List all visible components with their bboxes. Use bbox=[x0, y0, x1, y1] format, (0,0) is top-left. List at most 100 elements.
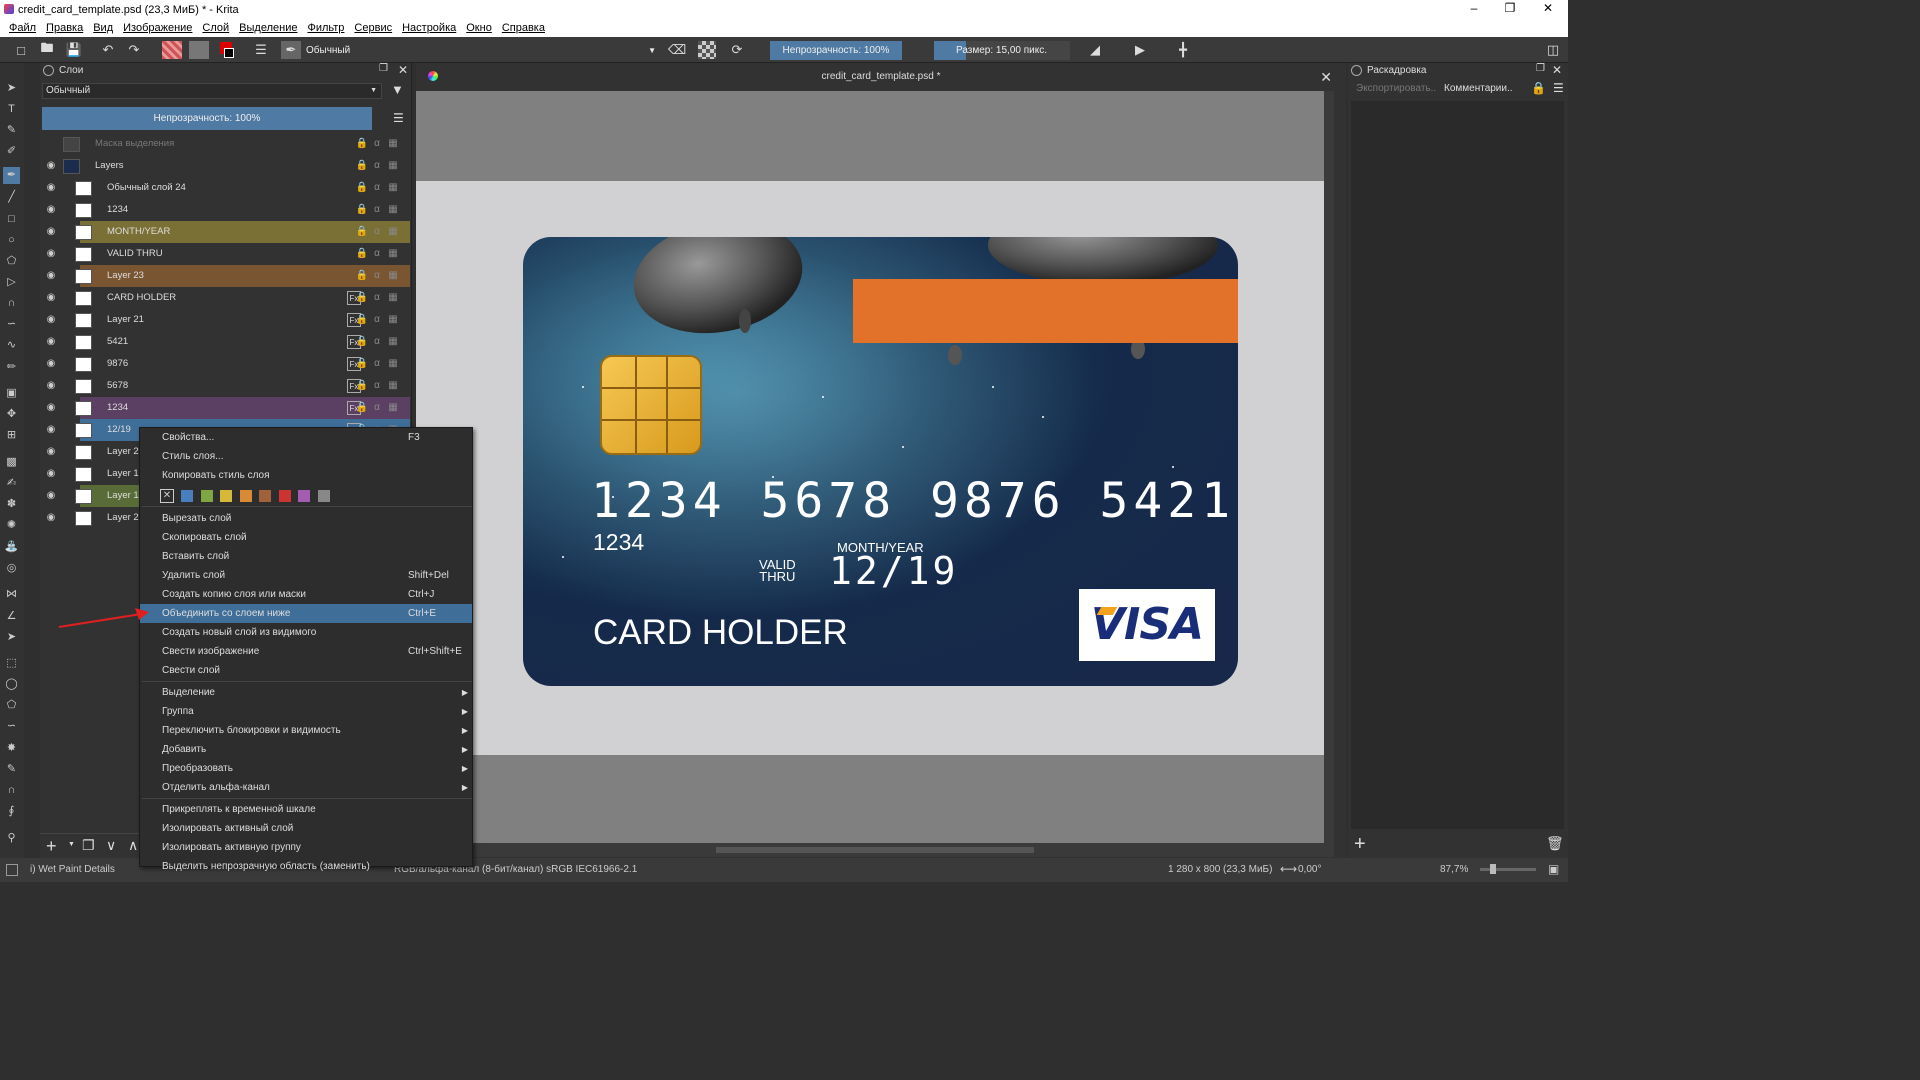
menu-tools[interactable]: Сервис bbox=[354, 22, 392, 34]
alpha-icon[interactable]: α bbox=[370, 401, 384, 415]
lock-icon[interactable]: 🔒 bbox=[355, 159, 369, 173]
blend-mode-select[interactable]: Обычный ▼ bbox=[42, 83, 382, 99]
inherit-alpha-icon[interactable]: ▦ bbox=[386, 269, 400, 283]
brush-settings-icon[interactable]: ☰ bbox=[252, 41, 270, 59]
canvas-viewport[interactable]: 1234 5678 9876 5421 1234 VALID THRU MONTH… bbox=[416, 91, 1334, 843]
alpha-icon[interactable]: α bbox=[370, 269, 384, 283]
visibility-eye-icon[interactable]: ◉ bbox=[45, 468, 57, 480]
layer-row[interactable]: ◉ 5421 Fx 🔒 α ▦ bbox=[40, 331, 410, 353]
lock-icon[interactable]: 🔒 bbox=[355, 181, 369, 195]
menu-item-mid-4[interactable]: Создать копию слоя или маски Ctrl+J bbox=[140, 585, 472, 604]
menu-item-mid-6[interactable]: Создать новый слой из видимого bbox=[140, 623, 472, 642]
alpha-lock-icon[interactable] bbox=[698, 41, 716, 59]
layer-opacity-slider[interactable]: Непрозрачность: 100% bbox=[42, 107, 372, 130]
brush-tool-icon[interactable]: ✒ bbox=[3, 167, 20, 184]
alpha-icon[interactable]: α bbox=[370, 247, 384, 261]
move-layer-down-icon[interactable]: ∨ bbox=[106, 837, 116, 854]
color-label-swatch[interactable] bbox=[220, 490, 232, 502]
submenu-item-3[interactable]: Добавить ▶ bbox=[140, 740, 472, 759]
submenu-item-4[interactable]: Преобразовать ▶ bbox=[140, 759, 472, 778]
inherit-alpha-icon[interactable]: ▦ bbox=[386, 335, 400, 349]
new-document-icon[interactable]: □ bbox=[12, 41, 30, 59]
alpha-icon[interactable]: α bbox=[370, 291, 384, 305]
docker-close-icon[interactable]: ✕ bbox=[1552, 63, 1562, 77]
menu-item-mid-2[interactable]: Вставить слой bbox=[140, 547, 472, 566]
layer-row[interactable]: ◉ 1234 Fx 🔒 α ▦ bbox=[40, 397, 410, 419]
reference-tool-icon[interactable]: ➤ bbox=[3, 629, 20, 646]
submenu-item-2[interactable]: Переключить блокировки и видимость ▶ bbox=[140, 721, 472, 740]
polyline-tool-icon[interactable]: ▷ bbox=[3, 274, 20, 291]
inherit-alpha-icon[interactable]: ▦ bbox=[386, 159, 400, 173]
color-label-swatch[interactable] bbox=[278, 490, 291, 502]
redo-icon[interactable]: ↷ bbox=[125, 41, 143, 59]
workspace-icon[interactable]: ◫ bbox=[1544, 41, 1562, 59]
visibility-eye-icon[interactable]: ◉ bbox=[45, 160, 57, 172]
color-label-swatch[interactable] bbox=[239, 490, 252, 502]
filter-icon[interactable]: ▼ bbox=[391, 82, 404, 97]
menu-item-2[interactable]: Копировать стиль слоя bbox=[140, 466, 472, 485]
move-layer-up-icon[interactable]: ∧ bbox=[128, 837, 138, 854]
polygon-select-tool-icon[interactable]: ⬠ bbox=[3, 697, 20, 714]
layer-options-menu-icon[interactable]: ☰ bbox=[393, 111, 404, 125]
visibility-eye-icon[interactable]: ◉ bbox=[45, 358, 57, 370]
layer-row[interactable]: ◉ 5678 Fx 🔒 α ▦ bbox=[40, 375, 410, 397]
brush-preset-icon[interactable]: ✒ bbox=[281, 41, 301, 59]
submenu-item-0[interactable]: Выделение ▶ bbox=[140, 683, 472, 702]
menu-item-bottom-3[interactable]: Выделить непрозрачную область (заменить) bbox=[140, 857, 472, 876]
open-folder-icon[interactable]: 🖿 bbox=[38, 40, 56, 59]
lock-icon[interactable]: 🔒 bbox=[355, 291, 369, 305]
menu-settings[interactable]: Настройка bbox=[402, 22, 456, 34]
visibility-eye-icon[interactable]: ◉ bbox=[45, 446, 57, 458]
visibility-eye-icon[interactable]: ◉ bbox=[45, 248, 57, 260]
brush-preset-name[interactable]: Обычный ▼ bbox=[306, 41, 658, 60]
inherit-alpha-icon[interactable]: ▦ bbox=[386, 379, 400, 393]
size-slider[interactable]: Размер: 15,00 пикс. bbox=[934, 41, 1070, 60]
layer-row[interactable]: ◉ MONTH/YEAR 🔒 α ▦ bbox=[40, 221, 410, 243]
menu-layer[interactable]: Слой bbox=[202, 22, 229, 34]
chevron-down-icon[interactable]: ▼ bbox=[68, 841, 75, 848]
gradient-tool-icon[interactable]: ▩ bbox=[3, 454, 20, 471]
measure-tool-icon[interactable]: ∠ bbox=[3, 608, 20, 625]
opacity-slider[interactable]: Непрозрачность: 100% bbox=[770, 41, 902, 60]
menu-item-mid-1[interactable]: Скопировать слой bbox=[140, 528, 472, 547]
inherit-alpha-icon[interactable]: ▦ bbox=[386, 137, 400, 151]
close-document-icon[interactable]: ✕ bbox=[1320, 63, 1332, 91]
visibility-eye-icon[interactable]: ◉ bbox=[45, 336, 57, 348]
layer-row[interactable]: ◉ Layer 23 🔒 α ▦ bbox=[40, 265, 410, 287]
color-label-swatch[interactable] bbox=[200, 490, 213, 502]
layer-row[interactable]: ◉ VALID THRU 🔒 α ▦ bbox=[40, 243, 410, 265]
menu-item-mid-8[interactable]: Свести слой bbox=[140, 661, 472, 680]
layer-row[interactable]: ◉ 9876 Fx 🔒 α ▦ bbox=[40, 353, 410, 375]
visibility-eye-icon[interactable]: ◉ bbox=[45, 424, 57, 436]
menu-item-mid-5[interactable]: Объединить со слоем ниже Ctrl+E bbox=[140, 604, 472, 623]
document-tab[interactable]: credit_card_template.psd * ✕ bbox=[416, 63, 1346, 91]
storyboard-export-button[interactable]: Экспортировать.. bbox=[1356, 83, 1436, 94]
maximize-icon[interactable]: ❐ bbox=[1492, 0, 1528, 19]
menu-filter[interactable]: Фильтр bbox=[307, 22, 344, 34]
menu-item-bottom-1[interactable]: Изолировать активный слой bbox=[140, 819, 472, 838]
inherit-alpha-icon[interactable]: ▦ bbox=[386, 203, 400, 217]
fg-bg-color-icon[interactable] bbox=[219, 41, 241, 59]
menu-select[interactable]: Выделение bbox=[239, 22, 297, 34]
inherit-alpha-icon[interactable]: ▦ bbox=[386, 225, 400, 239]
color-picker-icon[interactable]: ✍ bbox=[3, 475, 20, 492]
polygon-tool-icon[interactable]: ⬠ bbox=[3, 253, 20, 270]
vertical-scrollbar[interactable] bbox=[1324, 91, 1334, 843]
lock-icon[interactable]: 🔒 bbox=[355, 401, 369, 415]
lock-icon[interactable]: 🔒 bbox=[355, 357, 369, 371]
calligraphy-tool-icon[interactable]: ✐ bbox=[3, 143, 20, 160]
alpha-icon[interactable]: α bbox=[370, 181, 384, 195]
lock-icon[interactable]: 🔒 bbox=[355, 269, 369, 283]
storyboard-list[interactable] bbox=[1351, 101, 1564, 829]
visibility-eye-icon[interactable]: ◉ bbox=[45, 314, 57, 326]
alpha-icon[interactable]: α bbox=[370, 137, 384, 151]
lock-icon[interactable]: 🔒 bbox=[355, 313, 369, 327]
menu-item-mid-7[interactable]: Свести изображение Ctrl+Shift+E bbox=[140, 642, 472, 661]
pattern-icon[interactable] bbox=[189, 41, 209, 59]
alpha-icon[interactable]: α bbox=[370, 357, 384, 371]
menu-help[interactable]: Справка bbox=[502, 22, 545, 34]
add-storyboard-item-icon[interactable]: + bbox=[1354, 833, 1366, 856]
storyboard-comments-button[interactable]: Комментарии.. bbox=[1444, 83, 1513, 94]
color-label-swatch[interactable] bbox=[317, 490, 330, 502]
color-label-swatch[interactable] bbox=[298, 490, 310, 502]
